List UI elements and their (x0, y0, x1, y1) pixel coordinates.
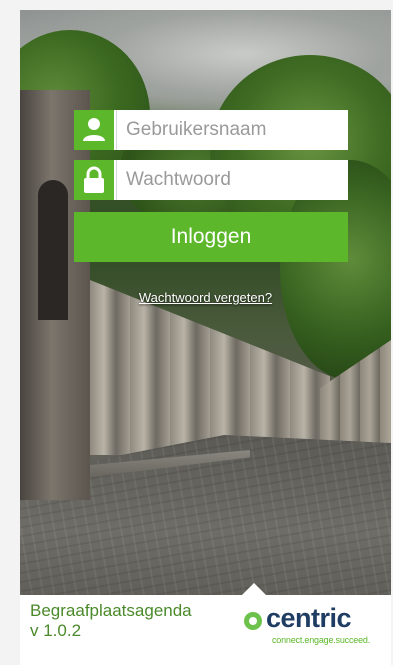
centric-logo-icon (244, 612, 262, 630)
username-input[interactable] (126, 110, 340, 150)
forgot-password-link[interactable]: Wachtwoord vergeten? (20, 290, 391, 305)
phone-frame: Inloggen Wachtwoord vergeten? Begraafpla… (0, 0, 393, 665)
app-name: Begraafplaatsagenda (30, 601, 192, 620)
password-field[interactable] (74, 160, 348, 200)
logo-text: centric (266, 603, 352, 633)
field-divider (116, 110, 117, 150)
username-field[interactable] (74, 110, 348, 150)
app-screen: Inloggen Wachtwoord vergeten? Begraafpla… (20, 10, 391, 665)
login-button[interactable]: Inloggen (74, 212, 348, 262)
footer: Begraafplaatsagenda v 1.0.2 centric conn… (20, 595, 391, 665)
person-icon (74, 110, 114, 150)
password-input[interactable] (126, 160, 340, 200)
logo-tagline: connect.engage.succeed. (272, 635, 370, 645)
field-divider (116, 160, 117, 200)
lock-icon (74, 160, 114, 200)
footer-notch (242, 583, 266, 595)
app-version: v 1.0.2 (30, 621, 82, 640)
centric-logo: centric connect.engage.succeed. (242, 603, 382, 645)
